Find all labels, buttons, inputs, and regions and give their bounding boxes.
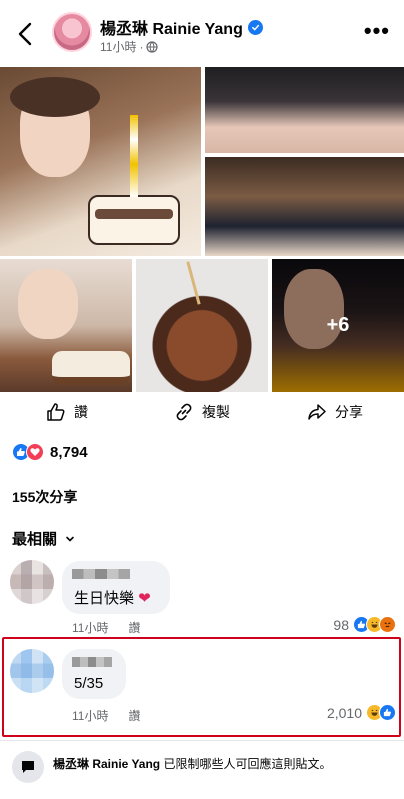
photo-4[interactable]: [0, 259, 132, 392]
photo-5[interactable]: [136, 259, 268, 392]
post-header: 楊丞琳 Rainie Yang 11小時 · •••: [0, 0, 404, 66]
love-reaction-icon: [26, 443, 44, 461]
comment-bubble-icon: [12, 751, 44, 783]
copy-label: 複製: [202, 404, 230, 420]
reaction-count: 8,794: [50, 443, 88, 461]
comment-sort-dropdown[interactable]: 最相關: [12, 528, 75, 549]
comment-reactions[interactable]: 98: [333, 616, 396, 633]
chevron-down-icon: [66, 536, 74, 542]
post-time[interactable]: 11小時: [100, 38, 136, 55]
verified-badge-icon: [247, 19, 263, 35]
reaction-summary[interactable]: 8,794: [12, 443, 88, 461]
post-actions: 讚 複製 分享: [0, 398, 404, 428]
like-button[interactable]: 讚: [46, 402, 88, 422]
post-meta: 11小時 ·: [100, 38, 159, 55]
comment-like-button[interactable]: 讚: [128, 621, 140, 635]
comment-text: 生日快樂 ❤: [74, 590, 151, 607]
notice-text: 楊丞琳 Rainie Yang 已限制哪些人可回應這則貼文。: [53, 757, 332, 771]
profile-avatar[interactable]: [52, 12, 92, 52]
more-photos-overlay[interactable]: +6: [272, 259, 404, 392]
share-button[interactable]: 分享: [307, 402, 363, 422]
heart-icon: ❤: [134, 590, 151, 607]
thumbs-up-icon: [47, 403, 65, 421]
copy-button[interactable]: 複製: [174, 402, 230, 422]
comment-time[interactable]: 11小時: [72, 621, 108, 635]
more-options-icon[interactable]: •••: [364, 20, 390, 42]
back-button[interactable]: [14, 20, 38, 48]
comment-bubble[interactable]: 生日快樂 ❤: [62, 561, 170, 614]
more-photos-count: +6: [326, 314, 350, 336]
meta-separator: ·: [139, 39, 144, 54]
photo-2[interactable]: [205, 67, 404, 153]
highlight-box: [2, 637, 401, 737]
commenter-name-blurred[interactable]: [72, 569, 130, 579]
photo-6[interactable]: +6: [272, 259, 404, 392]
sort-label: 最相關: [12, 531, 58, 548]
link-icon: [176, 403, 192, 421]
angry-reaction-icon: [379, 616, 396, 633]
share-label: 分享: [335, 404, 363, 420]
comment-reaction-count: 98: [333, 616, 349, 633]
chevron-left-icon: [18, 22, 32, 46]
profile-name[interactable]: 楊丞琳 Rainie Yang: [100, 15, 243, 39]
share-arrow-icon: [308, 404, 326, 420]
share-count[interactable]: 155次分享: [12, 487, 77, 507]
comment-meta: 11小時 讚: [72, 619, 140, 636]
globe-icon: [146, 40, 159, 53]
restricted-comments-notice: 楊丞琳 Rainie Yang 已限制哪些人可回應這則貼文。: [0, 740, 404, 799]
profile-name-row: 楊丞琳 Rainie Yang: [100, 15, 263, 39]
photo-3[interactable]: [205, 157, 404, 256]
commenter-avatar[interactable]: [10, 560, 54, 604]
like-label: 讚: [74, 404, 88, 420]
photo-1[interactable]: [0, 67, 201, 256]
